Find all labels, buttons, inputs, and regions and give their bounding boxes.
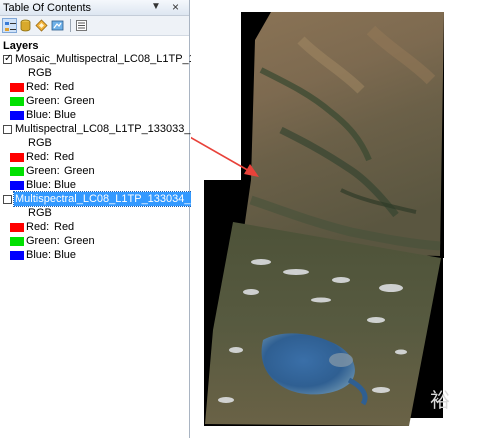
band-label: Green:	[26, 95, 60, 107]
legend-band-red: Red: Red	[10, 80, 180, 94]
green-swatch	[10, 97, 24, 106]
legend-band-green: Green: Green	[10, 94, 180, 108]
layer-visibility-checkbox[interactable]	[3, 195, 12, 204]
toolbar-separator	[70, 19, 71, 32]
layer-visibility-checkbox[interactable]	[3, 125, 12, 134]
band-value: Red	[54, 221, 75, 233]
band-label: Red:	[26, 151, 50, 163]
list-by-drawing-order-icon[interactable]	[2, 18, 17, 33]
green-swatch	[10, 167, 24, 176]
legend-band-red: Red: Red	[10, 220, 180, 234]
toc-title-bar: Table Of Contents ▼ ×	[0, 0, 189, 16]
band-value: Green	[64, 235, 95, 247]
blue-swatch	[10, 181, 24, 190]
legend-band-green: Green: Green	[10, 234, 180, 248]
list-by-selection-icon[interactable]	[50, 18, 65, 33]
band-label: Red:	[26, 221, 50, 233]
band-value: Blue	[54, 109, 77, 121]
band-value: Blue	[54, 179, 77, 191]
band-value: Blue	[54, 249, 77, 261]
close-icon[interactable]: ×	[172, 0, 179, 14]
band-label: Green:	[26, 165, 60, 177]
render-label: RGB	[28, 207, 52, 219]
toc-toolbar	[0, 16, 189, 36]
band-value: Red	[54, 81, 75, 93]
band-label: Green:	[26, 235, 60, 247]
map-view[interactable]	[75, 0, 500, 438]
red-swatch	[10, 83, 24, 92]
layers-heading: Layers	[3, 40, 39, 52]
legend-band-red: Red: Red	[10, 150, 180, 164]
green-swatch	[10, 237, 24, 246]
red-swatch	[10, 153, 24, 162]
layer-item-133033[interactable]: Multispectral_LC08_L1TP_133033_2018071	[3, 122, 233, 136]
render-label: RGB	[28, 67, 52, 79]
list-by-visibility-icon[interactable]	[34, 18, 49, 33]
band-value: Green	[64, 95, 95, 107]
toc-title: Table Of Contents	[3, 2, 92, 14]
layer-visibility-checkbox[interactable]: ✓	[3, 53, 12, 64]
band-label: Blue:	[26, 249, 52, 261]
blue-swatch	[10, 251, 24, 260]
table-of-contents-panel: Table Of Contents ▼ × Layers ✓ Mosaic_Mu…	[0, 0, 238, 438]
band-label: Red:	[26, 81, 50, 93]
blue-swatch	[10, 111, 24, 120]
map-canvas[interactable]	[75, 0, 500, 438]
pin-icon[interactable]: ▼	[151, 1, 161, 12]
band-value: Green	[64, 165, 95, 177]
red-swatch	[10, 223, 24, 232]
legend-band-blue: Blue: Blue	[10, 108, 180, 122]
lower-scene	[204, 222, 443, 426]
legend-band-blue: Blue: Blue	[10, 178, 180, 192]
options-icon[interactable]	[74, 18, 89, 33]
render-label: RGB	[28, 137, 52, 149]
layer-item-mosaic[interactable]: ✓ Mosaic_Multispectral_LC08_L1TP_133033_…	[3, 52, 238, 66]
legend-band-green: Green: Green	[10, 164, 180, 178]
watermark-text: 裕	[430, 388, 450, 412]
list-by-source-icon[interactable]	[18, 18, 33, 33]
band-label: Blue:	[26, 109, 52, 121]
legend-band-blue: Blue: Blue	[10, 248, 180, 262]
band-label: Blue:	[26, 179, 52, 191]
upper-scene	[204, 12, 444, 258]
band-value: Red	[54, 151, 75, 163]
layer-item-133034[interactable]: Multispectral_LC08_L1TP_133034_2017071	[3, 191, 236, 207]
